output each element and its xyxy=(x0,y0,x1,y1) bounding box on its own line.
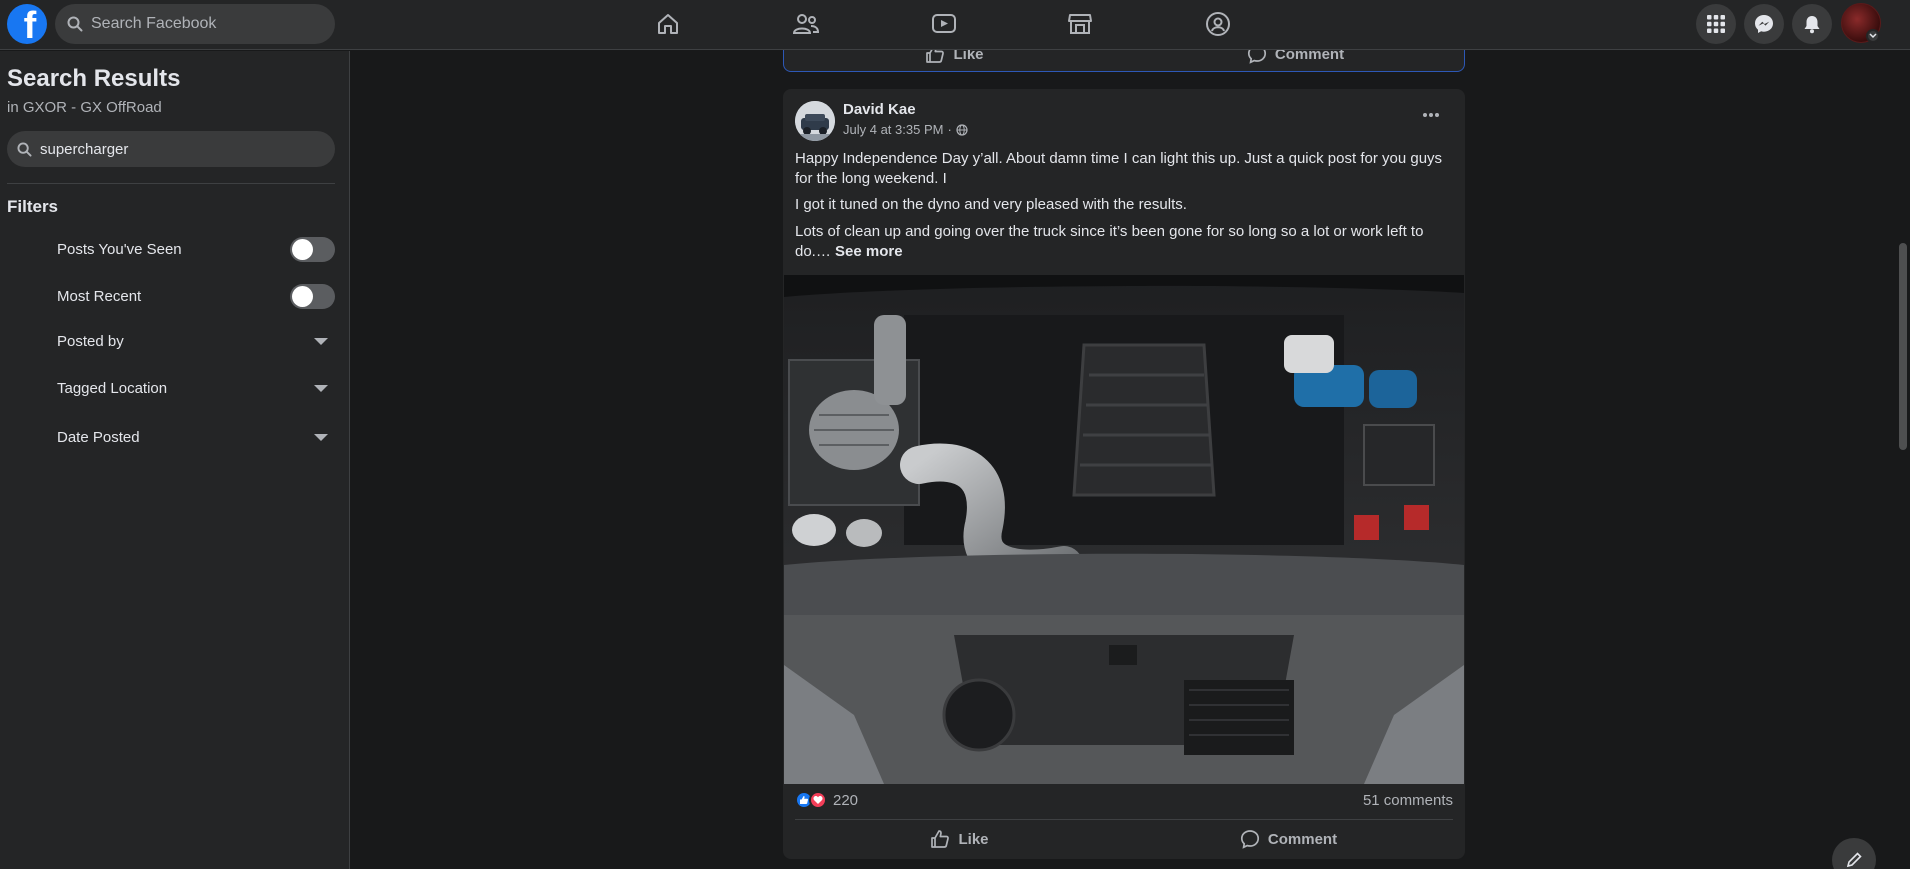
filter-label: Posts You've Seen xyxy=(57,240,182,258)
friends-icon xyxy=(792,14,820,34)
globe-icon xyxy=(956,123,968,136)
more-options-icon xyxy=(1423,113,1439,117)
post-author-name[interactable]: David Kae xyxy=(843,101,916,118)
see-more-link[interactable]: See more xyxy=(835,243,903,260)
like-label: Like xyxy=(958,830,989,848)
search-icon xyxy=(17,141,32,157)
messenger-button[interactable] xyxy=(1744,4,1784,44)
filter-label: Tagged Location xyxy=(57,379,168,397)
caret-down-icon xyxy=(314,433,328,441)
filter-label: Date Posted xyxy=(57,428,140,446)
chevron-down-icon xyxy=(1869,33,1877,39)
filter-posted-by[interactable]: Posted by xyxy=(0,319,350,363)
menu-button[interactable] xyxy=(1696,4,1736,44)
marketplace-icon xyxy=(1068,14,1092,34)
nav-home[interactable] xyxy=(642,8,694,40)
group-search-field[interactable]: supercharger xyxy=(7,131,335,167)
filters-heading: Filters xyxy=(7,197,59,216)
filter-posts-youve-seen[interactable]: Posts You've Seen xyxy=(0,227,350,271)
comment-icon xyxy=(1240,830,1259,849)
filter-most-recent[interactable]: Most Recent xyxy=(0,274,350,318)
nav-marketplace[interactable] xyxy=(1054,8,1106,40)
watch-icon xyxy=(932,14,956,33)
post-paragraph: Happy Independence Day y’all. About damn… xyxy=(795,150,1443,187)
truck-thumbnail-image xyxy=(795,101,835,141)
sidebar-divider xyxy=(7,183,335,184)
search-icon xyxy=(67,16,83,32)
messenger-icon xyxy=(1755,15,1773,33)
meta-separator: · xyxy=(947,122,952,137)
reaction-count: 220 xyxy=(833,791,859,809)
global-search-input[interactable] xyxy=(91,15,311,33)
most-recent-toggle[interactable] xyxy=(290,283,335,309)
compose-icon xyxy=(1846,852,1862,868)
engine-bay-image xyxy=(784,275,1464,784)
filter-tagged-location[interactable]: Tagged Location xyxy=(0,366,350,410)
reactions-summary[interactable]: 220 xyxy=(795,791,858,809)
engine-bay-photo[interactable] xyxy=(784,275,1464,784)
menu-grid-icon xyxy=(1707,15,1725,33)
filter-label: Most Recent xyxy=(57,287,142,305)
top-navigation-bar: f xyxy=(0,0,1910,50)
caret-down-icon xyxy=(314,384,328,392)
posts-seen-toggle[interactable] xyxy=(290,236,335,262)
notifications-button[interactable] xyxy=(1792,4,1832,44)
post-timestamp[interactable]: July 4 at 3:35 PM xyxy=(843,122,943,137)
post-card: David Kae July 4 at 3:35 PM · Happy Inde… xyxy=(783,89,1465,859)
groups-icon xyxy=(1206,12,1230,36)
nav-watch[interactable] xyxy=(918,8,970,40)
nav-friends[interactable] xyxy=(780,8,832,40)
home-icon xyxy=(658,14,678,34)
page-scrollbar-track[interactable] xyxy=(1896,51,1910,869)
author-avatar[interactable] xyxy=(795,101,835,141)
global-search[interactable] xyxy=(55,4,335,44)
post-options-button[interactable] xyxy=(1413,101,1449,129)
post-paragraph: Lots of clean up and going over the truc… xyxy=(795,222,1455,262)
facebook-logo[interactable]: f xyxy=(7,4,47,44)
caret-down-icon xyxy=(314,337,328,345)
filter-label: Posted by xyxy=(57,332,124,350)
notifications-icon xyxy=(1804,16,1820,34)
love-reaction-icon xyxy=(809,791,827,809)
group-search-query[interactable]: supercharger xyxy=(40,141,128,158)
post-paragraph: I got it tuned on the dyno and very plea… xyxy=(795,196,1187,213)
comments-count-link[interactable]: 51 comments xyxy=(1363,792,1453,809)
post-divider xyxy=(795,819,1453,820)
comment-label: Comment xyxy=(1267,830,1338,848)
nav-groups[interactable] xyxy=(1192,8,1244,40)
new-message-button[interactable] xyxy=(1832,838,1876,869)
sidebar-subtitle[interactable]: in GXOR - GX OffRoad xyxy=(7,99,162,116)
like-button[interactable]: Like xyxy=(795,824,1124,854)
comment-button[interactable]: Comment xyxy=(1124,824,1453,854)
sidebar-title: Search Results xyxy=(7,65,181,92)
like-icon xyxy=(931,830,950,848)
search-filters-sidebar: Search Results in GXOR - GX OffRoad supe… xyxy=(0,51,350,869)
account-menu-chevron[interactable] xyxy=(1866,29,1880,43)
filter-date-posted[interactable]: Date Posted xyxy=(0,415,350,459)
post-meta: July 4 at 3:35 PM · xyxy=(843,122,968,137)
page-scrollbar-thumb[interactable] xyxy=(1899,243,1907,450)
